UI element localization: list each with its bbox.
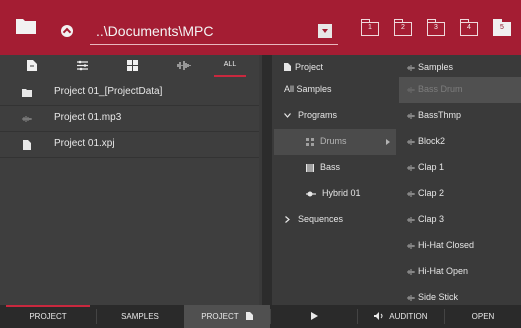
file-row-project-data-folder[interactable]: Project 01_[ProjectData] — [0, 80, 259, 106]
play-button[interactable] — [271, 305, 357, 328]
all-filter-label: ALL — [223, 61, 237, 68]
waveform-icon — [407, 269, 415, 275]
sample-item[interactable]: Clap 3 — [399, 207, 521, 233]
all-filter-button[interactable]: ALL — [209, 55, 251, 77]
waveform-icon — [407, 113, 415, 119]
recent-location-3[interactable]: 3 — [427, 19, 445, 36]
folder-icon — [22, 89, 32, 97]
active-indicator — [6, 305, 90, 307]
scrollbar[interactable] — [262, 55, 272, 305]
file-name: Project 01.xpj — [54, 138, 115, 149]
file-name: Project 01.mp3 — [54, 112, 122, 123]
file-name: Project 01_[ProjectData] — [54, 86, 163, 97]
waveform-icon — [407, 243, 415, 249]
sample-item[interactable]: BassThmp — [399, 103, 521, 129]
waveform-icon — [407, 191, 415, 197]
open-button[interactable]: OPEN — [445, 305, 521, 328]
play-icon — [310, 312, 318, 320]
current-path: ..\Documents\MPC — [96, 23, 214, 39]
sample-item[interactable]: Block2 — [399, 129, 521, 155]
recent-location-4[interactable]: 4 — [460, 19, 478, 36]
waveform-icon — [407, 139, 415, 145]
programs-item[interactable]: Programs — [274, 103, 396, 129]
chevron-right-icon — [386, 139, 390, 145]
recent-location-1[interactable]: 1 — [361, 19, 379, 36]
audition-button[interactable]: AUDITION — [358, 305, 444, 328]
dropdown-icon[interactable] — [318, 24, 332, 38]
sample-item[interactable]: Hi-Hat Open — [399, 259, 521, 285]
project-file-icon — [245, 312, 253, 320]
waveform-icon — [407, 87, 415, 93]
audio-icon — [22, 116, 32, 122]
recent-location-5[interactable]: 5 — [493, 19, 511, 36]
file-browser: ALL Project 01_[ProjectData] Project 01.… — [0, 55, 259, 305]
bottom-toolbar: PROJECT SAMPLES PROJECT AUDITION OPEN — [0, 305, 521, 328]
drum-filter-button[interactable] — [112, 55, 154, 77]
sequences-item[interactable]: Sequences — [274, 207, 396, 233]
program-filter-button[interactable] — [62, 55, 104, 77]
pad-grid-icon — [127, 60, 138, 71]
all-samples-item[interactable]: All Samples — [274, 77, 396, 103]
project-filter-button[interactable] — [12, 55, 54, 77]
file-row-mp3[interactable]: Project 01.mp3 — [0, 106, 259, 132]
load-project-button[interactable]: PROJECT — [184, 305, 270, 328]
project-file-icon — [27, 60, 37, 71]
folder-icon[interactable] — [16, 18, 36, 34]
chevron-right-icon — [285, 216, 290, 223]
project-tree: Project All Samples Programs Drums Bass … — [274, 55, 396, 305]
project-tab-button[interactable]: PROJECT — [0, 305, 96, 328]
drums-program-item[interactable]: Drums — [274, 129, 396, 155]
recent-location-2[interactable]: 2 — [394, 19, 412, 36]
waveform-icon — [407, 217, 415, 223]
pad-grid-icon — [306, 138, 314, 146]
sample-filter-button[interactable] — [162, 55, 204, 77]
sample-item[interactable]: Hi-Hat Closed — [399, 233, 521, 259]
sample-item[interactable]: Clap 2 — [399, 181, 521, 207]
keyboard-icon — [306, 164, 314, 172]
project-file-icon — [284, 63, 291, 71]
waveform-icon — [407, 295, 415, 301]
program-icon — [77, 60, 88, 71]
waveform-icon — [407, 65, 415, 71]
project-file-icon — [23, 140, 31, 150]
up-arrow-icon[interactable] — [61, 25, 73, 37]
speaker-icon — [374, 312, 383, 320]
header-bar: ..\Documents\MPC 1 2 3 4 5 — [0, 0, 521, 55]
hybrid-program-item[interactable]: Hybrid 01 — [274, 181, 396, 207]
samples-tab-button[interactable]: SAMPLES — [97, 305, 183, 328]
path-underline — [90, 44, 338, 45]
hybrid-icon — [306, 191, 316, 197]
sample-item[interactable]: Clap 1 — [399, 155, 521, 181]
waveform-icon — [177, 61, 191, 70]
file-type-filter-bar: ALL — [0, 55, 259, 77]
file-row-xpj[interactable]: Project 01.xpj — [0, 132, 259, 158]
bass-program-item[interactable]: Bass — [274, 155, 396, 181]
samples-list: Samples Bass Drum BassThmp Block2 Clap 1… — [399, 55, 521, 305]
waveform-icon — [407, 165, 415, 171]
chevron-down-icon — [284, 113, 291, 118]
sample-item[interactable]: Bass Drum — [399, 77, 521, 103]
